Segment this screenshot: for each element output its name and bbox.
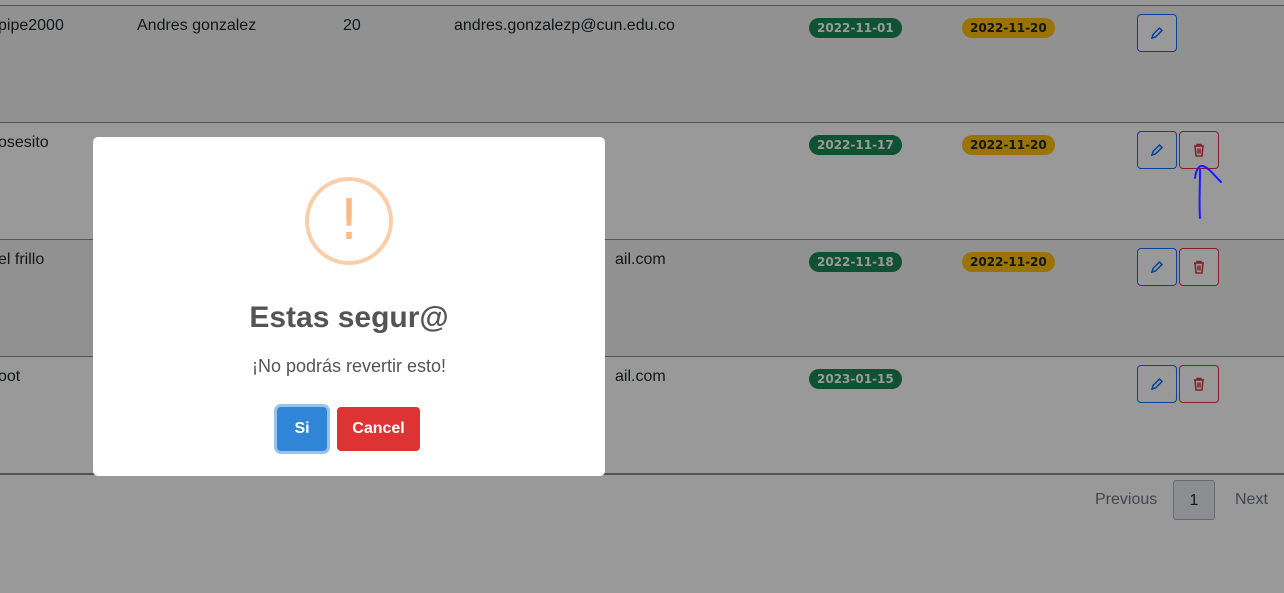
confirm-dialog: ! Estas segur@ ¡No podrás revertir esto!… [93, 137, 605, 476]
annotation-arrow [1194, 164, 1222, 219]
dialog-title: Estas segur@ [249, 301, 449, 334]
exclamation-icon: ! [337, 188, 361, 253]
dialog-message: ¡No podrás revertir esto! [251, 356, 447, 376]
warning-icon: ! [305, 177, 393, 265]
dialog-actions: Si Cancel [93, 407, 605, 451]
cancel-button[interactable]: Cancel [337, 407, 420, 451]
confirm-button[interactable]: Si [277, 407, 327, 451]
